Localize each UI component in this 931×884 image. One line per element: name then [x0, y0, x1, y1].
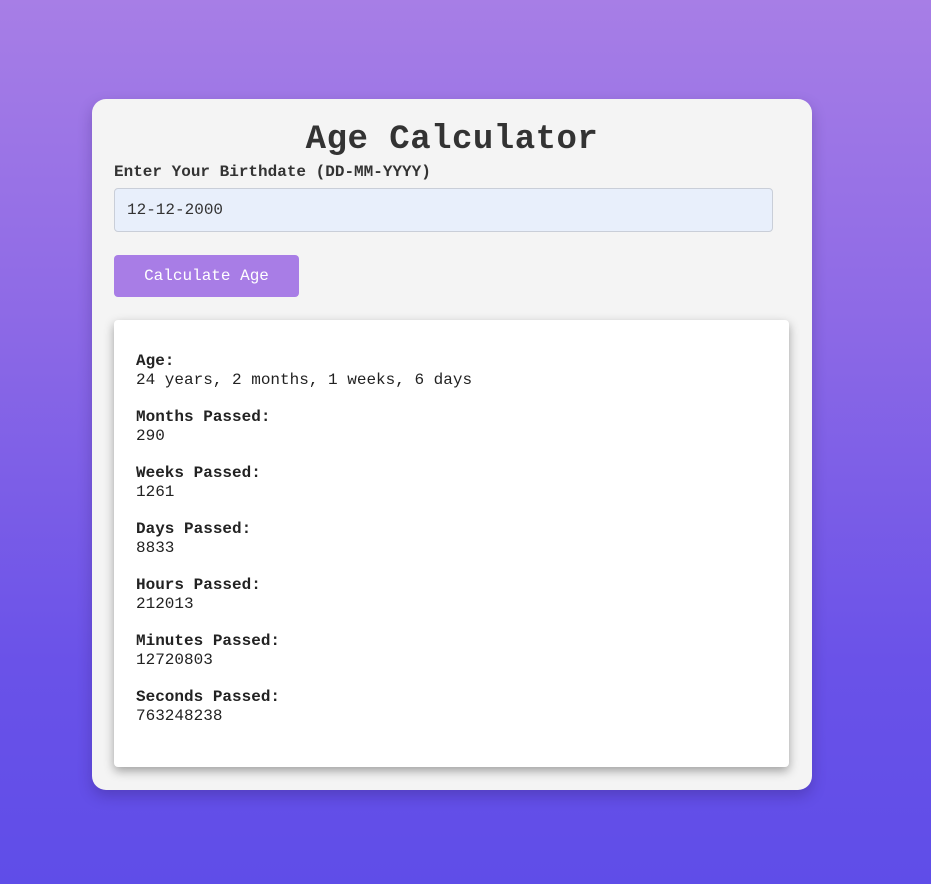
- result-label: Age:: [136, 352, 175, 370]
- birthdate-label: Enter Your Birthdate (DD-MM-YYYY): [114, 163, 431, 181]
- page-title: Age Calculator: [305, 121, 599, 159]
- result-label: Months Passed:: [136, 408, 271, 426]
- result-label: Hours Passed:: [136, 576, 261, 594]
- result-hours: Hours Passed: 212013: [136, 576, 767, 614]
- result-value: 12720803: [136, 651, 213, 669]
- results-panel: Age: 24 years, 2 months, 1 weeks, 6 days…: [114, 320, 789, 767]
- result-value: 24 years, 2 months, 1 weeks, 6 days: [136, 371, 473, 389]
- result-seconds: Seconds Passed: 763248238: [136, 688, 767, 726]
- result-label: Seconds Passed:: [136, 688, 281, 706]
- result-label: Days Passed:: [136, 520, 252, 538]
- calculate-age-button[interactable]: Calculate Age: [114, 255, 299, 297]
- result-value: 763248238: [136, 707, 223, 725]
- result-label: Minutes Passed:: [136, 632, 281, 650]
- result-minutes: Minutes Passed: 12720803: [136, 632, 767, 670]
- result-label: Weeks Passed:: [136, 464, 261, 482]
- result-value: 212013: [136, 595, 194, 613]
- age-calculator-card: Age Calculator Enter Your Birthdate (DD-…: [92, 99, 812, 790]
- result-age: Age: 24 years, 2 months, 1 weeks, 6 days: [136, 352, 767, 390]
- result-days: Days Passed: 8833: [136, 520, 767, 558]
- result-value: 1261: [136, 483, 175, 501]
- result-months: Months Passed: 290: [136, 408, 767, 446]
- result-value: 290: [136, 427, 165, 445]
- result-value: 8833: [136, 539, 175, 557]
- birthdate-input[interactable]: [114, 188, 773, 232]
- result-weeks: Weeks Passed: 1261: [136, 464, 767, 502]
